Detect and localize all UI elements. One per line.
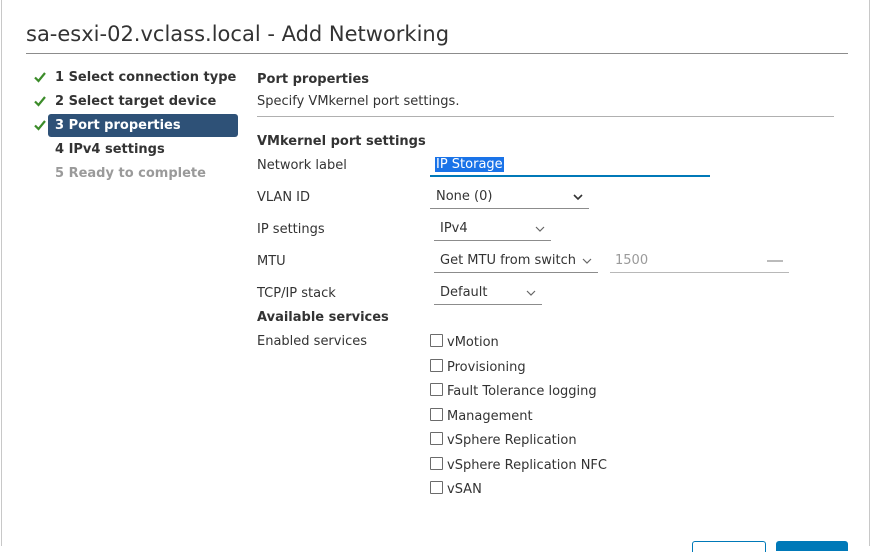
checkbox-icon[interactable] [430,334,443,347]
chevron-down-icon [535,226,545,232]
checkbox-icon[interactable] [430,383,443,396]
mtu-label: MTU [257,254,286,269]
ip-settings-value: IPv4 [440,221,468,236]
step-ready-to-complete: 5 Ready to complete [55,166,206,181]
add-networking-dialog: sa-esxi-02.vclass.local - Add Networking… [1,0,870,552]
service-label: vMotion [447,335,499,350]
service-vsan-checkbox[interactable]: vSAN [430,481,482,497]
checkbox-icon[interactable] [430,359,443,372]
network-label-input[interactable]: IP Storage [430,155,710,177]
checkmark-icon [34,96,46,107]
vlan-id-label: VLAN ID [257,190,311,205]
service-label: vSphere Replication [447,433,577,448]
service-fault-tolerance-checkbox[interactable]: Fault Tolerance logging [430,383,597,399]
network-label-label: Network label [257,158,347,173]
mtu-mode-dropdown[interactable]: Get MTU from switch [434,251,598,273]
checkmark-icon [34,72,46,83]
step-select-connection-type[interactable]: 1 Select connection type [48,66,238,89]
checkbox-icon[interactable] [430,457,443,470]
stepper-minus-icon [767,260,783,262]
dialog-title: sa-esxi-02.vclass.local - Add Networking [26,22,450,46]
tcpip-stack-dropdown[interactable]: Default [434,283,542,305]
vmkernel-settings-title: VMkernel port settings [257,134,426,149]
chevron-down-icon [573,194,583,201]
mtu-value-input: 1500 [610,251,789,273]
step-port-properties[interactable]: 3 Port properties [48,114,238,137]
service-vsphere-replication-nfc-checkbox[interactable]: vSphere Replication NFC [430,457,607,473]
mtu-mode-value: Get MTU from switch [440,253,576,268]
service-label: Fault Tolerance logging [447,384,597,399]
checkbox-icon[interactable] [430,408,443,421]
step-select-target-device[interactable]: 2 Select target device [48,90,238,113]
next-button[interactable] [776,541,848,551]
tcpip-stack-value: Default [440,285,488,300]
vlan-id-dropdown[interactable]: None (0) [430,187,589,209]
service-management-checkbox[interactable]: Management [430,408,533,424]
checkbox-icon[interactable] [430,481,443,494]
title-divider [26,53,848,54]
service-vmotion-checkbox[interactable]: vMotion [430,334,499,350]
network-label-value: IP Storage [435,157,504,172]
back-button[interactable] [692,541,766,552]
available-services-title: Available services [257,310,389,325]
step-ipv4-settings[interactable]: 4 IPv4 settings [48,138,238,161]
chevron-down-icon [526,290,536,296]
vlan-id-value: None (0) [436,189,493,204]
ip-settings-label: IP settings [257,222,325,237]
service-label: vSphere Replication NFC [447,458,607,473]
checkmark-icon [34,120,46,131]
service-provisioning-checkbox[interactable]: Provisioning [430,359,526,375]
service-vsphere-replication-checkbox[interactable]: vSphere Replication [430,432,577,448]
checkbox-icon[interactable] [430,432,443,445]
mtu-value: 1500 [615,253,649,268]
chevron-down-icon [582,258,592,264]
page-title: Port properties [257,72,370,87]
page-description: Specify VMkernel port settings. [257,94,460,109]
enabled-services-label: Enabled services [257,334,368,349]
service-label: Provisioning [447,360,526,375]
service-label: vSAN [447,482,482,497]
service-label: Management [447,409,533,424]
section-divider [257,116,834,117]
tcpip-stack-label: TCP/IP stack [257,286,336,301]
ip-settings-dropdown[interactable]: IPv4 [434,219,551,241]
